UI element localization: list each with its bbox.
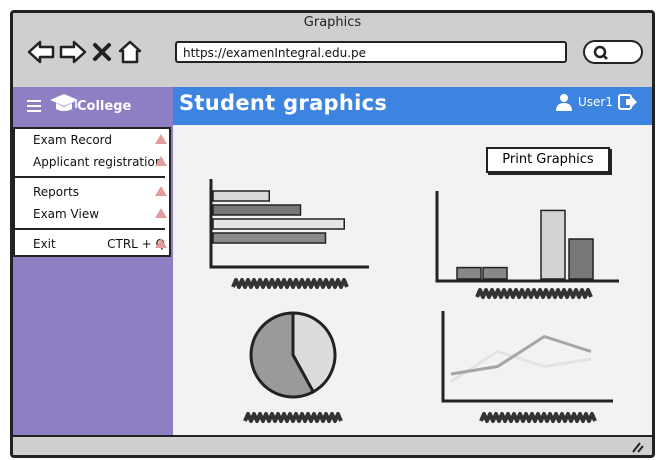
vertical-bar-chart — [435, 191, 619, 299]
back-arrow-icon[interactable] — [27, 40, 55, 64]
bar — [540, 209, 566, 280]
pin-mark-icon — [155, 208, 167, 218]
chart-axis — [441, 311, 613, 403]
bar — [456, 266, 482, 280]
horizontal-bar-chart — [209, 179, 369, 289]
hamburger-icon[interactable] — [27, 100, 41, 112]
bar — [212, 204, 302, 216]
page-title: Student graphics — [179, 91, 388, 115]
forward-arrow-icon[interactable] — [59, 40, 87, 64]
window-title: Graphics — [303, 15, 362, 30]
pin-mark-icon — [155, 134, 167, 144]
status-bar — [13, 435, 652, 455]
app-window: Graphics https://examenIntegral.edu.pe C… — [10, 10, 655, 458]
menu-item-reports[interactable]: Reports — [15, 181, 169, 203]
scribble-label — [479, 412, 597, 423]
brand-name: College — [77, 98, 132, 114]
menu-item-exam-record[interactable]: Exam Record — [15, 129, 169, 151]
user-menu[interactable]: User1 — [555, 93, 638, 111]
bar — [212, 232, 327, 244]
scribble-label — [243, 412, 343, 423]
user-icon — [556, 94, 572, 111]
line-chart — [441, 311, 613, 423]
menu-divider — [15, 228, 165, 230]
menu-item-exam-view[interactable]: Exam View — [15, 203, 169, 225]
bar — [568, 238, 594, 280]
graduation-cap-icon — [49, 93, 79, 117]
url-bar[interactable]: https://examenIntegral.edu.pe — [175, 41, 567, 63]
pie-chart — [243, 311, 343, 423]
bar — [212, 218, 345, 230]
series-line — [450, 350, 592, 383]
bar — [212, 190, 270, 202]
resize-grip-icon[interactable] — [630, 441, 644, 453]
scribble-label — [231, 278, 349, 289]
pin-mark-icon — [155, 238, 167, 248]
close-x-icon[interactable] — [91, 41, 113, 63]
sidebar-header: College — [13, 87, 173, 125]
menu-item-exit[interactable]: Exit CTRL + Q — [15, 233, 169, 255]
pin-mark-icon — [155, 186, 167, 196]
print-graphics-button[interactable]: Print Graphics — [486, 147, 610, 173]
menu-divider — [15, 176, 165, 178]
logout-arrow-icon[interactable] — [618, 93, 638, 111]
dropdown-menu: Exam Record Applicant registration Repor… — [13, 127, 171, 257]
search-icon — [593, 45, 608, 60]
bar — [482, 266, 508, 280]
search-button[interactable] — [583, 40, 643, 64]
scribble-label — [475, 288, 593, 299]
browser-nav — [27, 35, 143, 69]
home-icon[interactable] — [117, 39, 143, 65]
menu-item-applicant-registration[interactable]: Applicant registration — [15, 151, 169, 173]
user-name: User1 — [578, 95, 613, 109]
pin-mark-icon — [155, 156, 167, 166]
